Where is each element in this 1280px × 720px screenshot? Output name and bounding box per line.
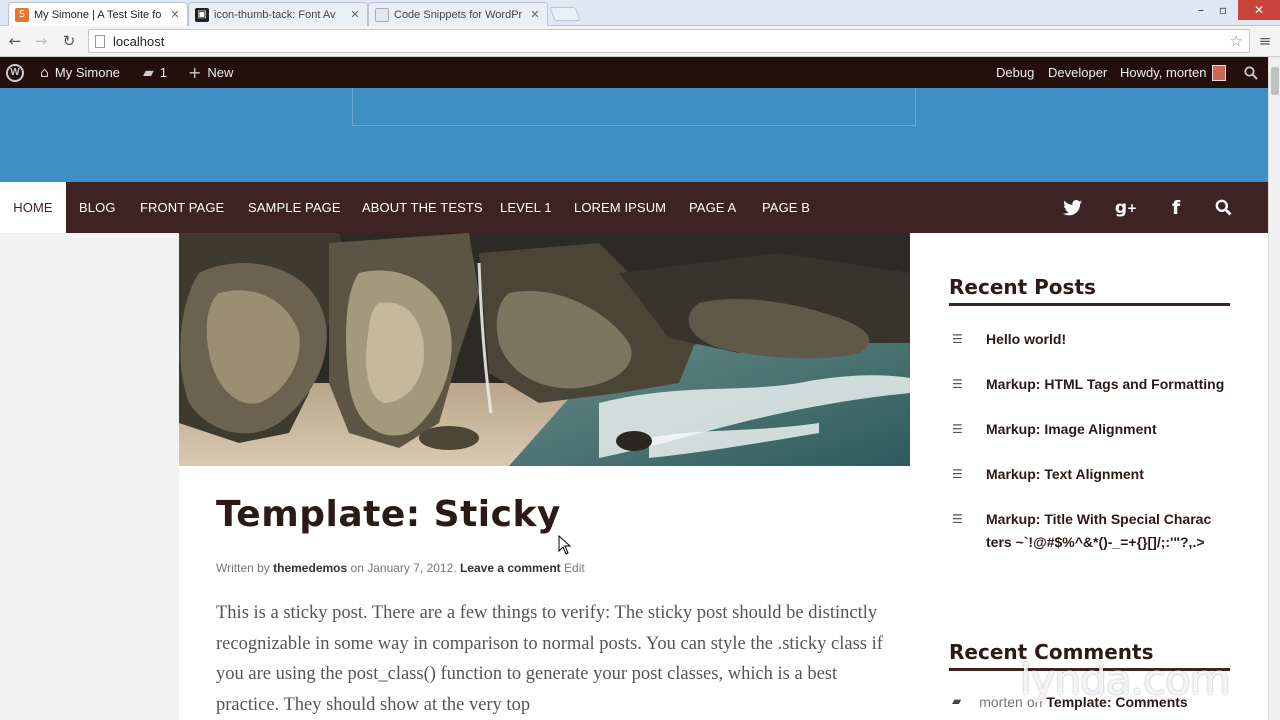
facebook-icon[interactable]: f — [1161, 182, 1191, 233]
post-list-icon: ☰ — [952, 467, 963, 481]
nav-item-home[interactable]: HOME — [0, 182, 66, 233]
post-body: This is a sticky post. There are a few t… — [216, 603, 883, 715]
recent-post-item[interactable]: ☰ Markup: Image Alignment — [952, 418, 1242, 441]
recent-post-link[interactable]: Hello world! — [986, 328, 1066, 351]
site-favicon-icon: S — [15, 7, 29, 22]
post-list-icon: ☰ — [952, 422, 963, 436]
window-close-icon[interactable]: ✕ — [1238, 0, 1280, 20]
bookmark-star-icon[interactable]: ☆ — [1230, 32, 1243, 50]
browser-tab-3[interactable]: Code Snippets for WordPr ✕ — [368, 2, 548, 26]
address-bar[interactable]: localhost ☆ — [88, 29, 1250, 53]
author-link[interactable]: themedemos — [273, 561, 347, 575]
scrollbar-thumb[interactable] — [1271, 67, 1279, 95]
meta-written-by: Written by — [216, 561, 270, 575]
admin-search-button[interactable] — [1244, 57, 1258, 88]
browser-toolbar: ← → ↻ localhost ☆ ≡ — [0, 26, 1280, 57]
comment-count: 1 — [159, 65, 168, 80]
nav-item-blog[interactable]: BLOG — [79, 182, 116, 233]
tab-title: My Simone | A Test Site fo — [34, 8, 162, 21]
nav-item-page-b[interactable]: PAGE B — [762, 182, 810, 233]
browser-tabstrip: S My Simone | A Test Site fo ✕ ▣ icon-th… — [0, 0, 1280, 26]
close-tab-icon[interactable]: ✕ — [169, 8, 181, 21]
post-list-icon: ☰ — [952, 512, 963, 526]
recent-post-item[interactable]: ☰ Markup: HTML Tags and Formatting — [952, 373, 1242, 396]
minimize-icon[interactable]: – — [1190, 0, 1212, 20]
nav-item-front-page[interactable]: FRONT PAGE — [140, 182, 224, 233]
new-tab-button[interactable] — [549, 7, 581, 21]
debug-label: Debug — [996, 65, 1035, 80]
new-label: New — [207, 65, 234, 80]
nav-search-button[interactable] — [1208, 182, 1238, 233]
nav-item-about-the-tests[interactable]: ABOUT THE TESTS — [362, 182, 483, 233]
post-title[interactable]: Template: Sticky — [216, 494, 561, 535]
home-icon: ⌂ — [40, 64, 49, 81]
edit-link[interactable]: Edit — [564, 561, 585, 575]
new-content-link[interactable]: + New — [188, 57, 233, 88]
tab-title: icon-thumb-tack: Font Av — [214, 8, 336, 21]
url-text: localhost — [113, 33, 165, 49]
comment-icon: ▰ — [952, 694, 962, 708]
recent-post-item[interactable]: ☰ Hello world! — [952, 328, 1242, 351]
post-list-icon: ☰ — [952, 377, 963, 391]
close-tab-icon[interactable]: ✕ — [349, 8, 361, 21]
search-icon — [1244, 65, 1258, 80]
recent-posts-title: Recent Posts — [949, 275, 1230, 306]
my-account-link[interactable]: Howdy, morten — [1120, 57, 1227, 88]
post-list-icon: ☰ — [952, 332, 963, 346]
nav-item-lorem-ipsum[interactable]: LOREM IPSUM — [574, 182, 666, 233]
leave-comment-link[interactable]: Leave a comment — [460, 561, 561, 575]
developer-label: Developer — [1048, 65, 1108, 80]
wp-logo-button[interactable]: W — [6, 57, 24, 88]
post-meta: Written by themedemos on January 7, 2012… — [216, 561, 585, 575]
page-scrollbar[interactable] — [1268, 57, 1280, 720]
recent-post-link[interactable]: Markup: Text Alignment — [986, 463, 1144, 486]
site-name-label: My Simone — [54, 65, 120, 80]
lynda-watermark: lynda.com — [1020, 655, 1231, 704]
main-navigation: HOME BLOG FRONT PAGE SAMPLE PAGE ABOUT T… — [0, 182, 1268, 233]
back-arrow-icon[interactable]: ← — [4, 30, 26, 52]
site-name-link[interactable]: ⌂ My Simone — [40, 57, 120, 88]
fontawesome-favicon-icon: ▣ — [195, 7, 209, 22]
comment-bubble-icon: ▰ — [143, 64, 154, 81]
nav-item-page-a[interactable]: PAGE A — [689, 182, 736, 233]
recent-post-link[interactable]: Markup: HTML Tags and Formatting — [986, 373, 1224, 396]
chrome-menu-icon[interactable]: ≡ — [1254, 30, 1276, 52]
wp-admin-bar: W ⌂ My Simone ▰ 1 + New Debug Developer … — [0, 57, 1280, 88]
howdy-label: Howdy, morten — [1120, 65, 1207, 80]
tab-title: Code Snippets for WordPr — [394, 8, 523, 21]
header-image-placeholder — [352, 88, 916, 126]
page-favicon-icon — [375, 7, 389, 22]
recent-post-link[interactable]: Markup: Title With Special Characters ~`… — [986, 508, 1214, 554]
forward-arrow-icon[interactable]: → — [30, 30, 52, 52]
comments-link[interactable]: ▰ 1 — [143, 57, 167, 88]
coastal-waterfall-photo — [179, 233, 910, 466]
wordpress-logo-icon: W — [6, 63, 24, 82]
meta-on: on — [350, 561, 364, 575]
browser-tab-1[interactable]: S My Simone | A Test Site fo ✕ — [8, 2, 188, 26]
twitter-icon[interactable] — [1058, 182, 1088, 233]
mouse-cursor-icon — [558, 535, 572, 555]
browser-tab-2[interactable]: ▣ icon-thumb-tack: Font Av ✕ — [188, 2, 368, 26]
developer-link[interactable]: Developer — [1048, 57, 1107, 88]
avatar — [1212, 64, 1227, 81]
recent-post-item[interactable]: ☰ Markup: Title With Special Characters … — [952, 508, 1214, 554]
post-date-link[interactable]: January 7, 2012. — [367, 561, 456, 575]
maximize-icon[interactable]: ▫ — [1212, 0, 1234, 20]
debug-link[interactable]: Debug — [996, 57, 1034, 88]
recent-post-link[interactable]: Markup: Image Alignment — [986, 418, 1157, 441]
google-plus-icon[interactable]: g + — [1111, 182, 1141, 233]
featured-image — [179, 233, 910, 466]
plus-icon: + — [188, 63, 202, 82]
reload-icon[interactable]: ↻ — [58, 30, 80, 52]
recent-post-item[interactable]: ☰ Markup: Text Alignment — [952, 463, 1242, 486]
comment-author[interactable]: morten — [979, 694, 1023, 710]
page-icon — [95, 34, 105, 48]
site-header — [0, 88, 1268, 183]
close-tab-icon[interactable]: ✕ — [529, 8, 541, 21]
nav-item-level-1[interactable]: LEVEL 1 — [500, 182, 552, 233]
search-icon — [1215, 199, 1231, 216]
nav-item-sample-page[interactable]: SAMPLE PAGE — [248, 182, 341, 233]
